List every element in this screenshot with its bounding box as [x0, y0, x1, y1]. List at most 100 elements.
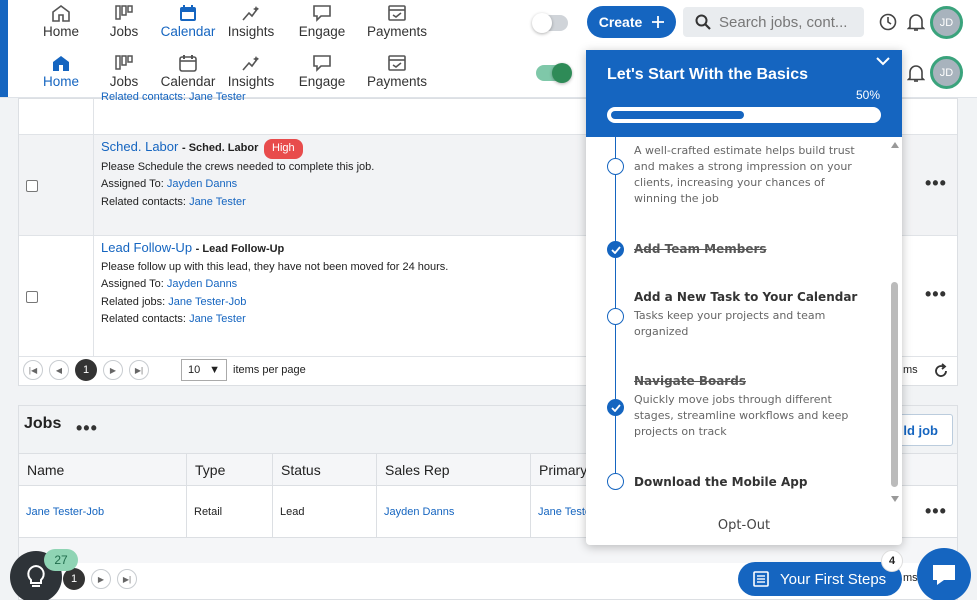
last-page-button[interactable]: ▶|	[117, 569, 137, 589]
last-page-button[interactable]: ▶|	[129, 360, 149, 380]
priority-badge: High	[264, 139, 303, 159]
current-page[interactable]: 1	[75, 359, 97, 381]
step-status-circle	[607, 241, 624, 258]
check-icon	[610, 245, 621, 254]
task-description: Please follow up with this lead, they ha…	[101, 260, 449, 273]
jobs-menu[interactable]: •••	[76, 418, 98, 439]
current-page[interactable]: 1	[63, 568, 85, 590]
assigned-label: Assigned To:	[101, 278, 164, 290]
opt-out-link[interactable]: Opt-Out	[586, 518, 902, 533]
per-page-select[interactable]: 10 ▼	[181, 359, 227, 381]
accent-bar	[0, 0, 8, 47]
jobs-link[interactable]: Jane Tester-Job	[168, 296, 246, 308]
search-placeholder: Search jobs, cont...	[719, 13, 848, 31]
steps-list: A well-crafted estimate helps build trus…	[586, 137, 902, 507]
column-header-type[interactable]: Type	[187, 454, 273, 486]
assigned-link[interactable]: Jayden Danns	[167, 178, 237, 190]
bell-icon[interactable]	[907, 63, 925, 83]
nav-item-insights[interactable]: Insights	[216, 54, 286, 89]
lightbulb-icon	[27, 564, 45, 587]
first-steps-button[interactable]: Your First Steps	[738, 562, 902, 596]
prev-page-button[interactable]: ◀	[49, 360, 69, 380]
column-header-status[interactable]: Status	[273, 454, 377, 486]
nav-items: Home Jobs Calendar Insights Engage Payme…	[34, 54, 436, 89]
create-label: Create	[598, 14, 643, 30]
nav-item-payments[interactable]: Payments	[358, 54, 436, 89]
home-icon	[52, 5, 70, 22]
nav-item-home[interactable]: Home	[34, 4, 88, 39]
theme-toggle[interactable]	[536, 63, 572, 83]
assigned-link[interactable]: Jayden Danns	[167, 278, 237, 290]
avatar[interactable]: JD	[930, 56, 963, 89]
onboarding-title: Let's Start With the Basics	[607, 66, 809, 83]
theme-toggle[interactable]	[532, 13, 568, 33]
create-button[interactable]: Create	[587, 6, 676, 38]
job-name-link[interactable]: Jane Tester-Job	[19, 486, 187, 538]
nav-item-jobs[interactable]: Jobs	[88, 54, 160, 89]
checklist-icon	[753, 571, 769, 587]
row-actions-menu[interactable]: •••	[925, 501, 947, 522]
jobs-title: Jobs	[24, 415, 62, 432]
chat-button[interactable]	[917, 548, 971, 600]
jobs-label: Related jobs:	[101, 295, 166, 308]
task-checkbox[interactable]	[26, 180, 38, 192]
bell-icon[interactable]	[907, 12, 925, 32]
chevron-down-icon[interactable]	[876, 56, 890, 66]
task-type: - Lead Follow-Up	[195, 243, 285, 255]
task-checkbox[interactable]	[26, 291, 38, 303]
row-actions-menu[interactable]: •••	[925, 173, 947, 194]
scroll-up-icon[interactable]	[891, 142, 899, 148]
nav-item-calendar[interactable]: Calendar	[160, 54, 216, 89]
avatar[interactable]: JD	[930, 6, 963, 39]
step-description: Quickly move jobs through different stag…	[634, 393, 849, 438]
nav-item-calendar[interactable]: Calendar	[160, 4, 216, 39]
next-page-button[interactable]: ▶	[91, 569, 111, 589]
nav-label: Calendar	[160, 24, 216, 39]
step-title: Add Team Members	[634, 242, 767, 256]
job-sales-rep-link[interactable]: Jayden Danns	[377, 486, 531, 538]
home-icon	[53, 56, 69, 71]
column-header-sales-rep[interactable]: Sales Rep	[377, 454, 531, 486]
column-header-name[interactable]: Name	[19, 454, 187, 486]
nav-item-jobs[interactable]: Jobs	[88, 4, 160, 39]
refresh-icon[interactable]	[933, 363, 949, 379]
nav-item-insights[interactable]: Insights	[216, 4, 286, 39]
scrollbar-thumb[interactable]	[891, 282, 898, 487]
nav-item-home[interactable]: Home	[34, 54, 88, 89]
search-input[interactable]: Search jobs, cont...	[683, 7, 864, 37]
per-page-label: items per page	[233, 364, 306, 376]
insights-icon	[242, 56, 259, 71]
next-page-button[interactable]: ▶	[103, 360, 123, 380]
step-status-circle	[607, 308, 624, 325]
nav-item-payments[interactable]: Payments	[358, 4, 436, 39]
nav-label: Payments	[366, 74, 428, 89]
nav-items: Home Jobs Calendar Insights Engage Payme…	[34, 4, 436, 39]
step-status-circle	[607, 399, 624, 416]
engage-icon	[313, 5, 331, 22]
task-title-link[interactable]: Sched. Labor	[101, 139, 178, 154]
scroll-down-icon[interactable]	[891, 496, 899, 502]
nav-label: Engage	[298, 74, 346, 89]
jobs-icon	[115, 55, 133, 70]
nav-item-engage[interactable]: Engage	[286, 54, 358, 89]
contacts-link[interactable]: Jane Tester	[189, 196, 246, 208]
contacts-label: Related contacts:	[101, 195, 186, 208]
row-actions-menu[interactable]: •••	[925, 284, 947, 305]
step-title: Add a New Task to Your Calendar	[634, 290, 858, 304]
nav-item-engage[interactable]: Engage	[286, 4, 358, 39]
task-title-link[interactable]: Lead Follow-Up	[101, 240, 192, 255]
nav-label: Insights	[227, 74, 275, 89]
contacts-link[interactable]: Jane Tester	[189, 313, 246, 325]
chat-icon	[933, 565, 955, 585]
insights-icon	[242, 6, 259, 21]
jobs-icon	[115, 5, 133, 20]
first-page-button[interactable]: |◀	[23, 360, 43, 380]
steps-scrollbar[interactable]	[891, 142, 899, 502]
history-icon[interactable]	[878, 12, 898, 32]
assigned-label: Assigned To:	[101, 178, 164, 190]
progress-fill	[611, 111, 744, 119]
contacts-label: Related contacts:	[101, 313, 186, 325]
task-body: Sched. Labor - Sched. Labor High Please …	[101, 138, 374, 211]
items-count-clipped: ms	[903, 364, 918, 376]
step-description: Tasks keep your projects and team organi…	[634, 309, 826, 338]
